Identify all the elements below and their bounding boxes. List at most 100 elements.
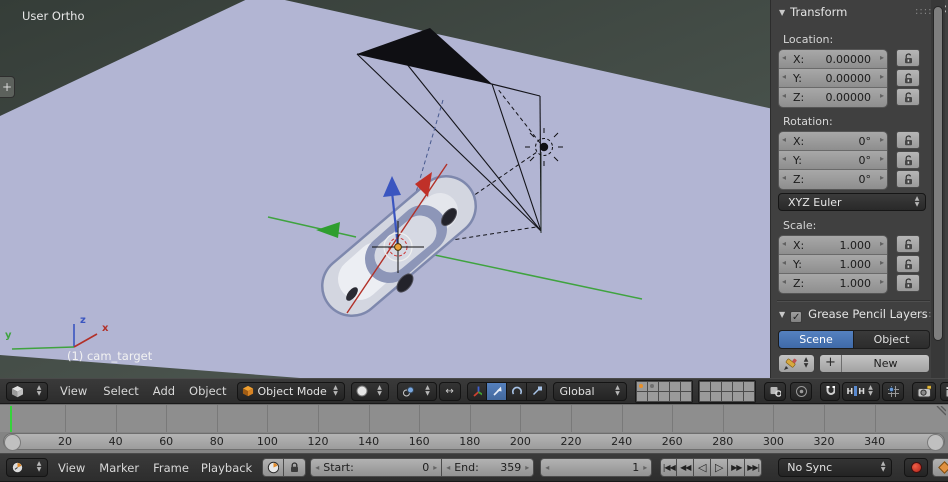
increment-arrow-icon[interactable]: ▸ [880,258,884,267]
increment-arrow-icon[interactable]: ▸ [880,154,884,163]
location-x-field[interactable]: ◂ X: 0.00000 ▸ [779,50,887,69]
translate-manipulator-toggle[interactable] [486,381,507,401]
lock-toggle[interactable] [896,274,920,292]
next-keyframe-button[interactable]: ▶▶ [728,458,746,477]
sync-dropdown[interactable]: No Sync ▲ ▼ [778,458,893,477]
layer-cell[interactable] [647,381,658,391]
decrement-arrow-icon[interactable]: ◂ [782,154,786,163]
jump-to-start-button[interactable]: |◀◀ [660,458,678,477]
rotation-mode-dropdown[interactable]: XYZ Euler ▲ ▼ [778,193,926,211]
lock-to-scene-toggle[interactable] [763,381,786,401]
lock-toggle[interactable] [896,254,920,273]
layer-cell[interactable] [669,391,680,401]
decrement-arrow-icon[interactable]: ◂ [782,239,786,248]
layer-cell[interactable] [710,391,721,401]
lock-toggle[interactable] [896,49,920,67]
layer-cell[interactable] [647,391,658,401]
play-button[interactable]: ▷ [711,458,729,477]
current-frame-indicator[interactable] [9,406,12,432]
decrement-arrow-icon[interactable]: ◂ [782,72,786,81]
layer-cell[interactable] [732,391,743,401]
end-frame-field[interactable]: ◂ End: 359 ▸ [442,458,535,477]
increment-arrow-icon[interactable]: ▸ [880,72,884,81]
increment-arrow-icon[interactable]: ▸ [880,173,884,182]
proportional-edit-dropdown[interactable] [789,381,812,401]
menu-object[interactable]: Object [189,384,226,398]
scale-y-field[interactable]: ◂ Y: 1.000 ▸ [779,255,887,274]
grease-pencil-checkbox[interactable]: ✓ [790,311,803,323]
increment-arrow-icon[interactable]: ▸ [880,135,884,144]
current-frame-field[interactable]: ◂ 1 ▸ [540,458,653,477]
panel-scrollbar[interactable] [933,6,943,341]
menu-marker[interactable]: Marker [99,461,139,475]
layer-cell[interactable] [680,391,691,401]
decrement-arrow-icon[interactable]: ◂ [446,463,450,472]
timeline-ruler[interactable] [0,404,948,432]
increment-arrow-icon[interactable]: ▸ [880,91,884,100]
decrement-arrow-icon[interactable]: ◂ [782,135,786,144]
opengl-render-anim-button[interactable] [939,381,948,401]
scale-x-field[interactable]: ◂ X: 1.000 ▸ [779,236,887,255]
layer-cell[interactable] [743,391,754,401]
layer-cell[interactable] [732,381,743,391]
menu-playback[interactable]: Playback [201,461,252,475]
lock-toggle[interactable] [896,131,920,149]
layer-cell[interactable] [658,391,669,401]
gp-source-object-tab[interactable]: Object [854,330,930,349]
lock-toggle[interactable] [896,235,920,253]
pivot-point-dropdown[interactable]: ▲ ▼ [396,381,437,401]
scale-z-field[interactable]: ◂ Z: 1.000 ▸ [779,274,887,293]
layer-cell[interactable] [710,381,721,391]
keying-set-button[interactable] [932,458,948,477]
rotation-fields[interactable]: ◂ X: 0° ▸ ◂ Y: 0° ▸ ◂ Z: 0° ▸ [778,131,888,190]
mode-dropdown[interactable]: Object Mode ▲ ▼ [236,381,345,401]
decrement-arrow-icon[interactable]: ◂ [315,463,319,472]
menu-view[interactable]: View [58,461,85,475]
view3d-header[interactable]: ▲ ▼ View Select Add Object Object Mode ▲ ▼… [0,378,948,404]
snap-toggle[interactable] [819,381,840,401]
layers-widget-left[interactable] [634,379,693,403]
3d-viewport[interactable]: User Ortho (1) cam_target z x y + ▼ Trans… [0,0,948,378]
increment-arrow-icon[interactable]: ▸ [643,463,647,472]
lock-toggle[interactable] [896,150,920,169]
resize-grip-icon[interactable] [933,406,946,419]
orientation-dropdown[interactable]: Global ▲ ▼ [552,381,627,401]
menu-view[interactable]: View [60,384,87,398]
increment-arrow-icon[interactable]: ▸ [880,53,884,62]
toolshelf-expand-tab[interactable]: + [0,76,15,98]
previous-keyframe-button[interactable]: ◀◀ [677,458,695,477]
layer-cell[interactable] [721,381,732,391]
preview-range-toggle[interactable] [262,458,285,477]
scale-manipulator-toggle[interactable] [526,381,547,401]
decrement-arrow-icon[interactable]: ◂ [782,258,786,267]
decrement-arrow-icon[interactable]: ◂ [782,53,786,62]
decrement-arrow-icon[interactable]: ◂ [782,173,786,182]
layer-cell[interactable] [669,381,680,391]
layer-cell[interactable] [721,391,732,401]
increment-arrow-icon[interactable]: ▸ [525,463,529,472]
auto-keyframe-toggle[interactable] [904,458,929,477]
draw-mode-button[interactable]: ▲ ▼ [778,354,815,373]
menu-frame[interactable]: Frame [153,461,189,475]
grease-pencil-panel-header[interactable]: ▼ ✓ Grease Pencil Layers [779,307,928,323]
jump-to-end-button[interactable]: ▶▶| [745,458,763,477]
scale-fields[interactable]: ◂ X: 1.000 ▸ ◂ Y: 1.000 ▸ ◂ Z: 1.000 ▸ [778,235,888,294]
snap-target-button[interactable] [881,381,904,401]
rotation-y-field[interactable]: ◂ Y: 0° ▸ [779,151,887,170]
opengl-render-button[interactable] [911,381,936,401]
properties-region[interactable]: ▼ Transform :::: Location: ◂ X: 0.00000 ▸ ◂ Y… [770,0,948,378]
play-reverse-button[interactable]: ◁ [694,458,712,477]
increment-arrow-icon[interactable]: ▸ [880,277,884,286]
viewport-shading-dropdown[interactable]: ▲ ▼ [350,381,389,401]
layer-cell[interactable] [658,381,669,391]
decrement-arrow-icon[interactable]: ◂ [782,277,786,286]
layer-cell[interactable] [636,391,647,401]
manipulate-centers-toggle[interactable]: ↔ [438,381,461,401]
panel-drag-dots[interactable]: :::: [915,309,932,320]
snap-element-dropdown[interactable]: H H ▲ ▼ [841,381,880,401]
editor-type-dropdown[interactable]: ▲ ▼ [6,458,48,477]
lock-toggle[interactable] [896,68,920,87]
location-fields[interactable]: ◂ X: 0.00000 ▸ ◂ Y: 0.00000 ▸ ◂ Z: 0.00000 ▸ [778,49,888,108]
rotation-x-field[interactable]: ◂ X: 0° ▸ [779,132,887,151]
decrement-arrow-icon[interactable]: ◂ [782,91,786,100]
